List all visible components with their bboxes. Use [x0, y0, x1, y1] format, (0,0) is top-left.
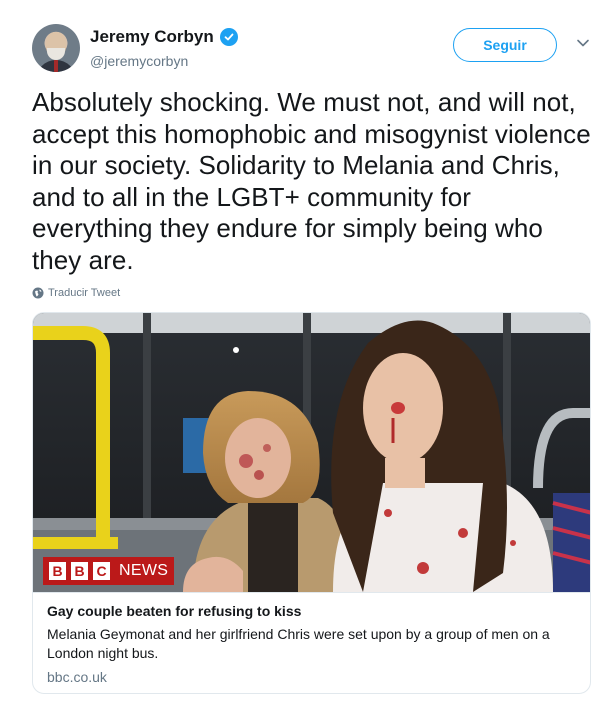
- translate-tweet-link[interactable]: Traducir Tweet: [32, 287, 120, 299]
- author-name-row: Jeremy Corbyn: [90, 27, 238, 47]
- bbc-logo-news: NEWS: [119, 562, 169, 579]
- card-body: Gay couple beaten for refusing to kiss M…: [33, 592, 590, 693]
- bbc-logo-letter: B: [49, 562, 66, 580]
- avatar[interactable]: [32, 24, 80, 72]
- card-title: Gay couple beaten for refusing to kiss: [47, 603, 302, 619]
- globe-icon: [32, 287, 44, 299]
- bbc-news-logo: B B C NEWS: [43, 557, 175, 585]
- card-domain: bbc.co.uk: [47, 669, 107, 685]
- translate-label: Traducir Tweet: [48, 287, 121, 299]
- display-name[interactable]: Jeremy Corbyn: [90, 27, 214, 47]
- follow-button[interactable]: Seguir: [453, 28, 557, 62]
- chevron-down-icon[interactable]: [576, 36, 590, 50]
- tweet-text: Absolutely shocking. We must not, and wi…: [32, 87, 591, 275]
- bbc-logo-letter: B: [71, 562, 88, 580]
- card-image: [33, 313, 590, 592]
- bbc-logo-letter: C: [93, 562, 110, 580]
- link-card[interactable]: B B C NEWS Gay couple beaten for refusin…: [32, 312, 591, 694]
- verified-check-icon: [219, 28, 238, 46]
- card-description: Melania Geymonat and her girlfriend Chri…: [47, 626, 550, 661]
- user-handle[interactable]: @jeremycorbyn: [90, 53, 188, 69]
